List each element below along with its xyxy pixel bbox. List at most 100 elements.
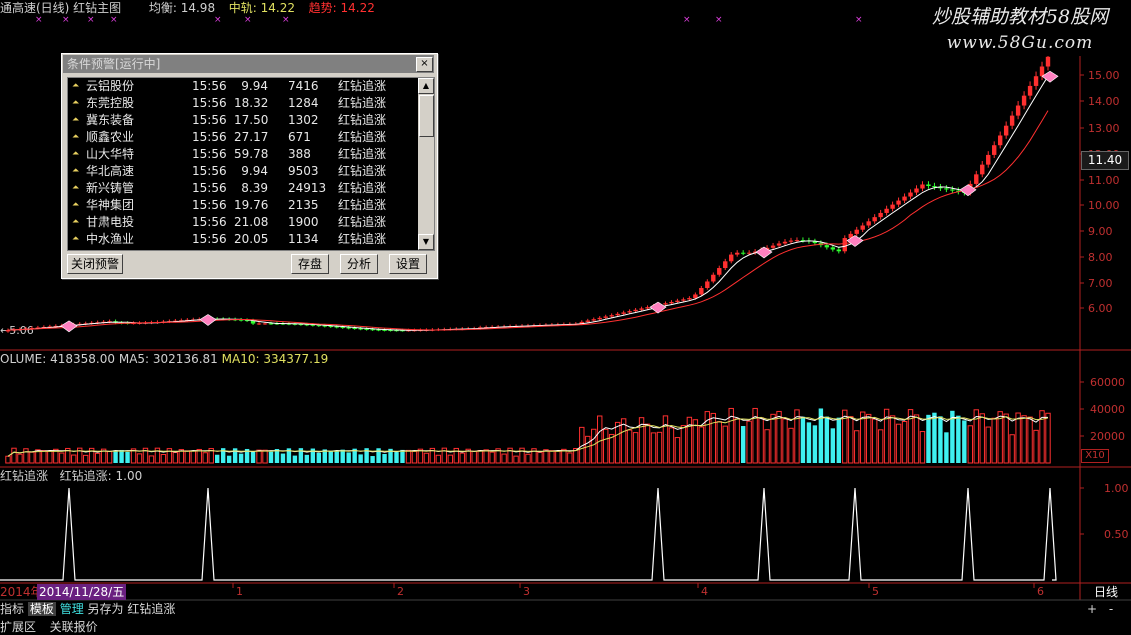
watermark-title: 炒股辅助教材58股网 [931, 6, 1109, 28]
candle-body [914, 188, 919, 193]
scroll-down-icon[interactable]: ▼ [418, 234, 434, 250]
signal-marker-icon: × [62, 15, 70, 25]
volume-bar [782, 418, 788, 464]
volume-bar [854, 430, 860, 464]
alert-row[interactable]: ⏶ 华北高速 15:56 9.94 9503 红钻追涨 [68, 163, 418, 180]
candle-body [699, 288, 704, 295]
indicator-axis-label: 0.50 [1104, 528, 1129, 541]
volume-bar [525, 453, 531, 464]
alert-row[interactable]: ⏶ 云铝股份 15:56 9.94 7416 红钻追涨 [68, 78, 418, 95]
alert-volume: 1302 [288, 113, 319, 127]
current-price-tag: 11.40 [1081, 151, 1129, 170]
volume-bar [962, 420, 967, 463]
up-arrow-icon: ⏶ [72, 98, 80, 108]
alert-row[interactable]: ⏶ 顺鑫农业 15:56 27.17 671 红钻追涨 [68, 129, 418, 146]
volume-bar [919, 431, 926, 464]
candle-body [830, 247, 836, 250]
alert-row[interactable]: ⏶ 山大华特 15:56 59.78 388 红钻追涨 [68, 146, 418, 163]
signal-marker-icon: × [282, 15, 290, 25]
volume-bar [967, 425, 973, 464]
zoom-in-button[interactable]: + [1083, 602, 1101, 616]
scroll-thumb[interactable] [419, 95, 434, 137]
volume-bar [148, 455, 155, 464]
alert-list: ⏶ 云铝股份 15:56 9.94 7416 红钻追涨 ⏶ 东莞控股 15:56 18.32 128… [67, 77, 435, 251]
volume-bar [23, 448, 29, 464]
low-price-mark: ←5.06 [0, 324, 34, 337]
status-linked-quote[interactable]: 关联报价 [50, 620, 98, 634]
alert-row[interactable]: ⏶ 华神集团 15:56 19.76 2135 红钻追涨 [68, 197, 418, 214]
volume-bar [202, 452, 208, 464]
signal-marker-icon: × [110, 15, 118, 25]
period-label[interactable]: 日线 [1081, 584, 1131, 600]
signal-marker-icon: × [683, 15, 691, 25]
zoom-out-button[interactable]: - [1105, 602, 1117, 616]
volume-bar [776, 410, 782, 464]
alert-condition: 红钻追涨 [338, 164, 387, 178]
alert-time: 15:56 [192, 164, 227, 178]
volume-bar [848, 416, 854, 464]
alert-row[interactable]: ⏶ 中水渔业 15:56 20.05 1134 红钻追涨 [68, 231, 418, 248]
dialog-title: 条件预警[运行中] [63, 55, 434, 73]
candle-body [627, 311, 632, 313]
volume-bar [382, 453, 387, 463]
red-diamond-icon [199, 314, 217, 326]
indicator-value: 红钻追涨: 1.00 [59, 469, 143, 483]
candle-body [794, 240, 800, 242]
alert-row[interactable]: ⏶ 东莞控股 15:56 18.32 1284 红钻追涨 [68, 95, 418, 112]
volume-bar [471, 450, 477, 464]
candle-body [675, 300, 680, 302]
price-axis-label: 10.00 [1088, 199, 1120, 212]
volume-bar [836, 417, 842, 463]
candle-body [639, 308, 644, 310]
volume-bar [1015, 412, 1021, 464]
volume-title: OLUME: 418358.00 [0, 352, 116, 366]
close-alert-button[interactable]: 关闭预警 [67, 254, 123, 274]
alert-volume: 1134 [288, 232, 319, 246]
candle-body [705, 281, 710, 288]
volume-bar [824, 416, 830, 463]
toolbar-indicator[interactable]: 指标 [0, 602, 24, 616]
volume-axis-label: 20000 [1090, 430, 1125, 443]
candle-body [693, 294, 698, 299]
status-extension[interactable]: 扩展区 [0, 620, 36, 634]
avg-label: 均衡: [148, 1, 177, 15]
volume-bar [1021, 415, 1027, 464]
toolbar-manage[interactable]: 管理 [60, 602, 84, 616]
volume-header: OLUME: 418358.00 MA5: 302136.81 MA10: 33… [0, 352, 328, 367]
close-icon[interactable]: × [416, 57, 433, 72]
signal-marker-icon: × [715, 15, 723, 25]
candle-body [896, 200, 901, 205]
chart-header: 通高速(日线) 红钻主图 均衡: 14.98 中轨: 14.22 趋势: 14.… [0, 1, 375, 16]
candle-body [711, 274, 716, 282]
save-button[interactable]: 存盘 [291, 254, 329, 274]
volume-bar [800, 416, 806, 463]
volume-bar [358, 454, 363, 463]
analyze-button[interactable]: 分析 [340, 254, 378, 274]
candle-body [926, 184, 931, 187]
candle-body [603, 316, 608, 318]
volume-bar [172, 452, 179, 464]
signal-marker-icon: × [855, 15, 863, 25]
alert-row[interactable]: ⏶ 新兴铸管 15:56 8.39 24913 红钻追涨 [68, 180, 418, 197]
volume-bar [913, 414, 920, 464]
candle-body [1045, 56, 1051, 67]
scroll-up-icon[interactable]: ▲ [418, 78, 434, 94]
price-axis-label: 7.00 [1088, 277, 1113, 290]
toolbar-formula[interactable]: 红钻追涨 [127, 602, 175, 616]
candle-body [890, 204, 895, 209]
alert-row[interactable]: ⏶ 冀东装备 15:56 17.50 1302 红钻追涨 [68, 112, 418, 129]
volume-bar [1009, 434, 1015, 464]
volume-bar [334, 450, 339, 463]
alert-row[interactable]: ⏶ 甘肃电投 15:56 21.08 1900 红钻追涨 [68, 214, 418, 231]
up-arrow-icon: ⏶ [72, 234, 80, 244]
volume-bar [250, 451, 256, 463]
candle-body [609, 315, 614, 317]
list-scrollbar[interactable]: ▲ ▼ [418, 78, 434, 250]
volume-bar [662, 415, 669, 464]
toolbar-template[interactable]: 模板 [27, 602, 56, 616]
volume-bar [292, 455, 298, 463]
toolbar-save-as[interactable]: 另存为 [88, 602, 124, 616]
candle-body [1003, 125, 1009, 136]
settings-button[interactable]: 设置 [389, 254, 427, 274]
volume-ma10: MA10: 334377.19 [221, 352, 329, 366]
